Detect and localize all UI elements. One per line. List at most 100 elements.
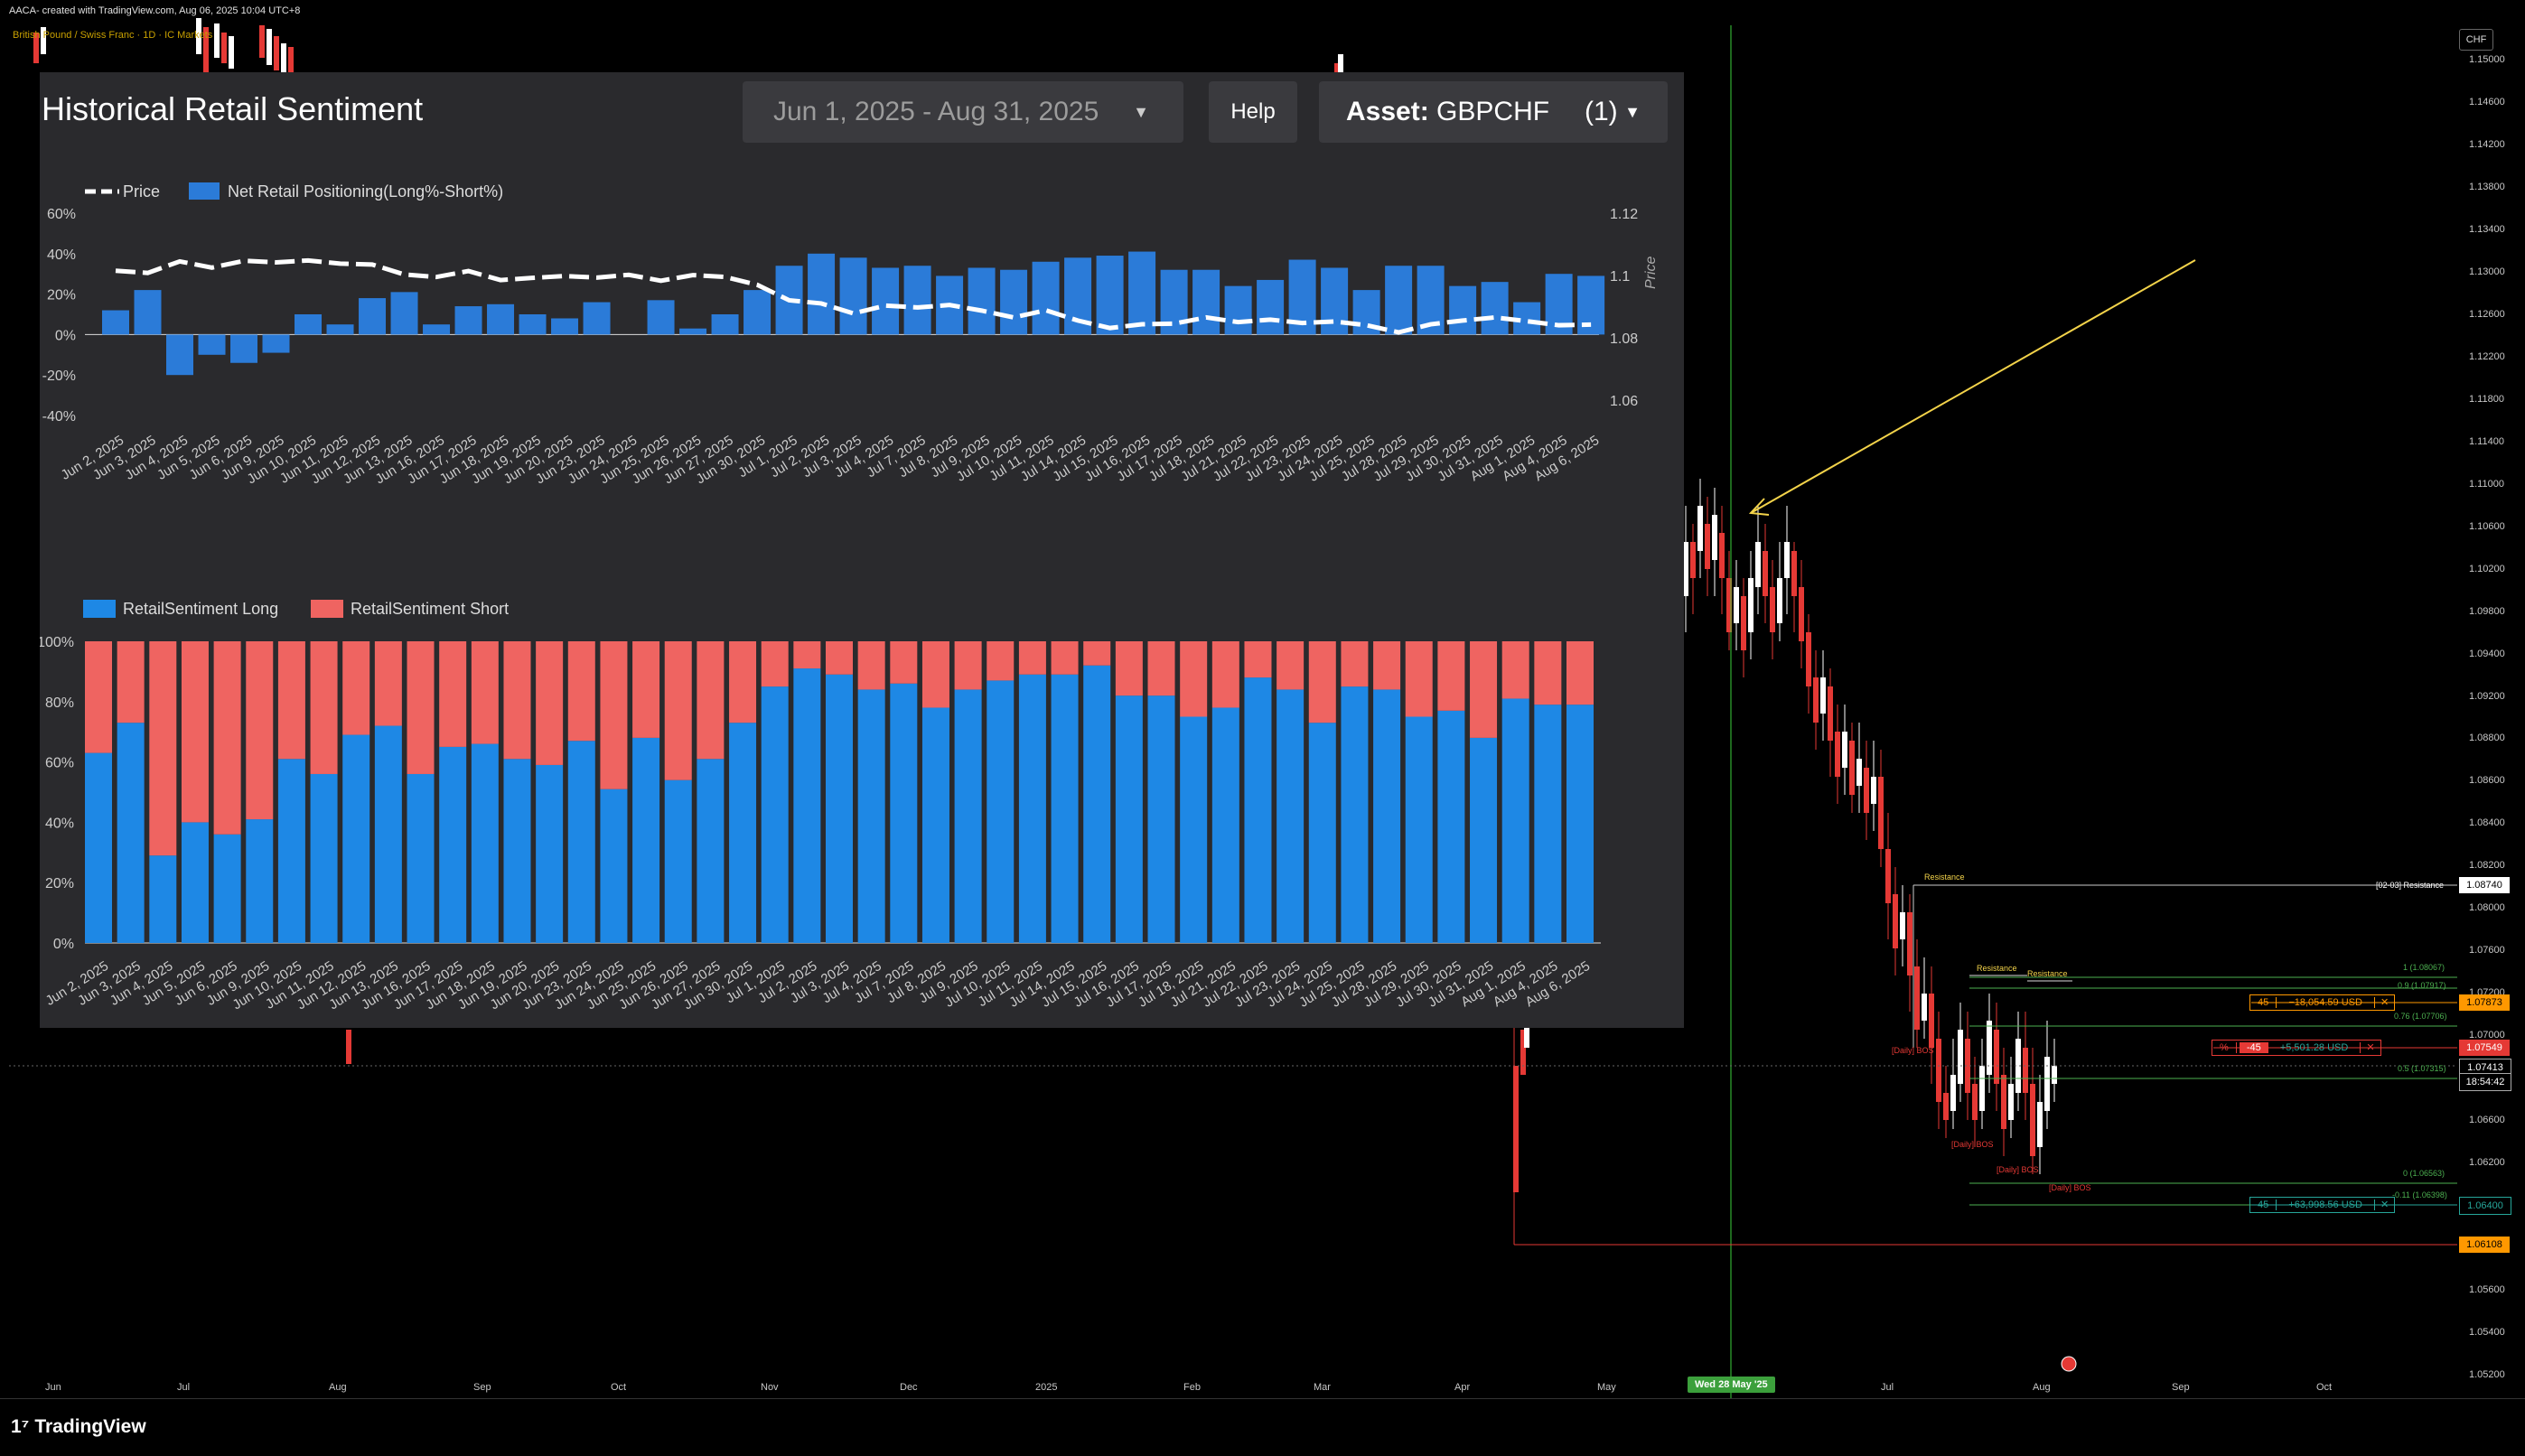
legend-net[interactable]: Net Retail Positioning(Long%-Short%) [189, 182, 503, 201]
price-tick: 1.13800 [2469, 181, 2505, 192]
help-button[interactable]: Help [1209, 81, 1297, 143]
long-bar [793, 668, 821, 943]
y-tick-label: 60% [45, 756, 74, 771]
long-bar [987, 680, 1015, 943]
candle-body [1813, 677, 1819, 723]
candle-body [1864, 768, 1869, 813]
long-bar [536, 764, 564, 943]
close-icon[interactable]: ✕ [2374, 1199, 2395, 1210]
long-bar [1018, 674, 1046, 943]
label-fib-0: 0 (1.06563) [2403, 1169, 2446, 1178]
short-bar [374, 641, 402, 726]
net-bar [262, 334, 290, 353]
price-tick: 1.09200 [2469, 690, 2505, 702]
position-mid-qty: -45 [2239, 1042, 2268, 1053]
position-short-box[interactable]: 45 −18,054.59 USD ✕ [2249, 994, 2396, 1011]
event-icon[interactable] [2061, 1356, 2077, 1372]
candle-body [1697, 506, 1703, 551]
candle-body [2030, 1084, 2035, 1156]
price-tick: 1.11800 [2469, 393, 2504, 405]
candle-body [1338, 54, 1343, 74]
position-short-pl: −18,054.59 USD [2288, 997, 2362, 1008]
short-bar [954, 641, 982, 690]
short-bar [181, 641, 209, 823]
date-range-select[interactable]: Jun 1, 2025 - Aug 31, 2025 ▼ [743, 81, 1183, 143]
position-long-qty: 45 [2250, 1199, 2277, 1210]
short-bar [1501, 641, 1529, 699]
label-resistance-mid2: Resistance [2027, 969, 2068, 978]
label-fib-09: 0.9 (1.07917) [2398, 981, 2446, 990]
badge-countdown: 18:54:42 [2459, 1073, 2511, 1091]
candle-body [1936, 1039, 1941, 1102]
legend-short[interactable]: RetailSentiment Short [311, 600, 509, 618]
candle-body [1929, 994, 1934, 1048]
short-bar [471, 641, 499, 744]
net-bar [743, 290, 772, 335]
long-bar [1180, 716, 1208, 943]
short-bar [1211, 641, 1239, 708]
long-bar [1115, 695, 1143, 943]
retail-sentiment-chart[interactable]: RetailSentiment Long RetailSentiment Sho… [40, 587, 1684, 1028]
long-bar [1244, 677, 1272, 943]
month-tick: Sep [2172, 1382, 2190, 1393]
y-tick-label: 40% [45, 816, 74, 831]
short-bar [503, 641, 531, 760]
price-tick: 1.11000 [2469, 478, 2504, 490]
label-resistance-mid1: Resistance [1977, 964, 2017, 973]
position-long-box[interactable]: 45 +63,998.56 USD ✕ [2249, 1197, 2396, 1213]
long-bar [1211, 707, 1239, 943]
label-fib-05: 0.5 (1.07315) [2398, 1064, 2446, 1073]
long-bar [826, 674, 853, 943]
short-bar [439, 641, 467, 747]
candle-body [1791, 551, 1797, 596]
net-bar [1481, 282, 1509, 335]
net-bar [519, 314, 547, 335]
short-bar [1373, 641, 1401, 690]
long-bar [761, 686, 789, 943]
month-tick: Oct [611, 1382, 627, 1393]
long-bar [149, 855, 177, 943]
asset-select[interactable]: Asset: GBPCHF (1) ▼ [1319, 81, 1668, 143]
price-tick: 1.10200 [2469, 563, 2505, 574]
trend-arrow[interactable] [1750, 259, 2196, 514]
net-positioning-chart[interactable]: Price Net Retail Positioning(Long%-Short… [40, 172, 1684, 551]
close-icon[interactable]: ✕ [2374, 997, 2395, 1008]
long-bar [890, 683, 918, 943]
legend-price[interactable]: Price [85, 182, 160, 201]
short-bar [85, 641, 112, 753]
net-bar [198, 334, 226, 355]
net-bar [711, 314, 739, 335]
price-axis-label: Price [1643, 256, 1659, 289]
candle-body [2052, 1066, 2057, 1084]
long-bar [1051, 674, 1079, 943]
net-bar [1000, 269, 1028, 335]
price-tick: 1.06600 [2469, 1115, 2505, 1126]
position-mid-box[interactable]: % -45 +5,501.28 USD ✕ [2212, 1040, 2381, 1056]
crosshair-date-badge: Wed 28 May '25 [1688, 1377, 1775, 1393]
candle-body [2023, 1048, 2028, 1093]
net-bar [1192, 269, 1220, 335]
label-fib-011: -0.11 (1.06398) [2392, 1190, 2447, 1199]
currency-label[interactable]: CHF [2459, 29, 2493, 51]
candle-body [346, 1030, 351, 1064]
brand-name: TradingView [34, 1416, 146, 1437]
panel-title: Historical Retail Sentiment [42, 90, 424, 127]
net-bar [166, 334, 194, 376]
y-tick-label: 40% [47, 247, 76, 263]
y2-tick-label: 1.06 [1610, 394, 1638, 409]
price-tick: 1.13000 [2469, 266, 2505, 277]
close-icon[interactable]: ✕ [2360, 1042, 2380, 1053]
candle-body [1958, 1030, 1963, 1084]
long-bar [374, 725, 402, 943]
candle-body [1943, 1093, 1949, 1120]
tradingview-logo[interactable]: 1⁷ TradingView [11, 1416, 146, 1438]
candle-body [259, 25, 265, 58]
long-bar [1373, 689, 1401, 943]
price-tick: 1.07600 [2469, 945, 2505, 957]
price-tick: 1.05600 [2469, 1284, 2505, 1296]
chart-header: AACA- created with TradingView.com, Aug … [9, 5, 301, 16]
price-tick: 1.09400 [2469, 648, 2505, 659]
legend-price-label: Price [123, 182, 160, 201]
legend-long[interactable]: RetailSentiment Long [83, 600, 278, 618]
short-bar [1277, 641, 1305, 690]
